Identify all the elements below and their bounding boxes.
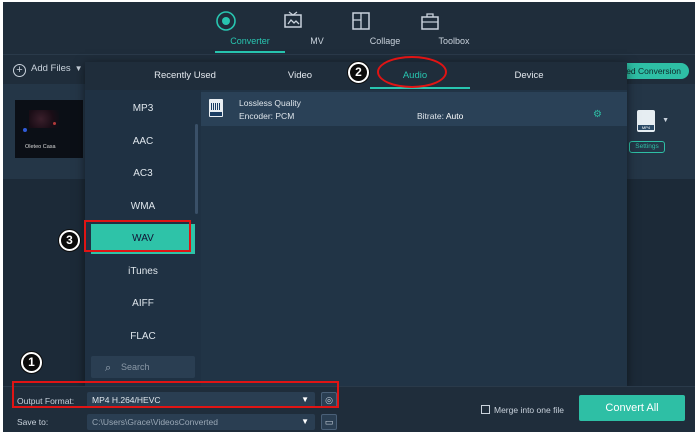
format-item-aiff[interactable]: AIFF — [91, 289, 195, 319]
search-placeholder: Search — [121, 362, 150, 372]
preset-list: Lossless Quality Encoder: PCM Bitrate: A… — [201, 90, 627, 387]
gear-icon[interactable]: ⚙ — [593, 109, 602, 120]
nav-collage[interactable]: Collage — [350, 10, 420, 52]
merge-label: Merge into one file — [494, 405, 564, 415]
add-files-button[interactable]: + Add Files ▼ — [13, 63, 83, 77]
preset-bitrate: Bitrate: Auto — [417, 111, 463, 121]
nav-toolbox[interactable]: Toolbox — [419, 10, 489, 52]
highlight-wav — [84, 220, 191, 252]
format-dropdown-icon[interactable]: ▼ — [662, 117, 669, 124]
add-files-label: Add Files — [31, 63, 71, 74]
save-to-value: C:\Users\Grace\VideosConverted — [92, 417, 218, 427]
open-folder-button[interactable]: ▭ — [321, 414, 337, 430]
step-badge-2: 2 — [348, 62, 369, 83]
converter-icon — [215, 10, 285, 32]
thumbnail-light-blue — [23, 128, 27, 132]
nav-converter-label: Converter — [230, 36, 270, 46]
format-item-aac[interactable]: AAC — [91, 127, 195, 157]
settings-button[interactable]: Settings — [629, 141, 665, 153]
convert-all-button[interactable]: Convert All — [579, 395, 685, 421]
step-badge-3: 3 — [59, 230, 80, 251]
search-icon: ⌕ — [105, 362, 112, 374]
audio-file-icon — [209, 99, 223, 117]
nav-mv-label: MV — [310, 36, 324, 46]
nav-active-indicator — [215, 51, 285, 53]
save-to-select[interactable]: C:\Users\Grace\VideosConverted ▼ — [87, 414, 315, 430]
format-list-scrollbar[interactable] — [195, 124, 198, 214]
video-thumbnail[interactable]: Oleteo Casa — [15, 100, 83, 158]
format-item-itunes[interactable]: iTunes — [91, 257, 195, 287]
nav-converter[interactable]: Converter — [215, 10, 285, 52]
thumbnail-scene — [29, 110, 59, 128]
chevron-down-icon[interactable]: ▼ — [75, 64, 83, 73]
format-badge-text: MP4 — [638, 125, 654, 130]
plus-icon: + — [13, 64, 26, 77]
format-item-mp3[interactable]: MP3 — [91, 94, 195, 124]
thumbnail-caption: Oleteo Casa — [25, 144, 56, 150]
format-search-input[interactable]: ⌕ Search — [91, 356, 195, 378]
preset-name: Lossless Quality — [239, 98, 301, 108]
merge-checkbox[interactable]: Merge into one file — [481, 405, 564, 415]
chevron-down-icon: ▼ — [301, 417, 309, 426]
step-badge-1: 1 — [21, 352, 42, 373]
mv-icon — [282, 10, 352, 32]
checkbox-box[interactable] — [481, 405, 490, 414]
collage-icon — [350, 10, 420, 32]
format-item-flac[interactable]: FLAC — [91, 322, 195, 352]
preset-item-lossless[interactable]: Lossless Quality Encoder: PCM Bitrate: A… — [201, 92, 627, 126]
nav-collage-label: Collage — [369, 36, 401, 46]
toolbox-icon — [419, 10, 489, 32]
tab-device[interactable]: Device — [479, 70, 579, 81]
bitrate-value: Auto — [445, 111, 464, 121]
output-format-icon[interactable]: MP4 — [637, 110, 655, 132]
save-to-label: Save to: — [17, 417, 49, 427]
top-navigation: Converter MV Collage Toolbox — [3, 2, 695, 54]
highlight-output-format — [12, 381, 339, 408]
highlight-audio-tab — [377, 56, 447, 88]
tab-recently-used[interactable]: Recently Used — [135, 70, 235, 81]
bitrate-label: Bitrate: — [417, 111, 444, 121]
nav-toolbox-label: Toolbox — [438, 36, 470, 46]
format-item-wma[interactable]: WMA — [91, 192, 195, 222]
thumbnail-light-red — [53, 122, 56, 125]
preset-encoder: Encoder: PCM — [239, 111, 295, 121]
format-item-ac3[interactable]: AC3 — [91, 159, 195, 189]
tab-video[interactable]: Video — [250, 70, 350, 81]
nav-mv[interactable]: MV — [282, 10, 352, 52]
